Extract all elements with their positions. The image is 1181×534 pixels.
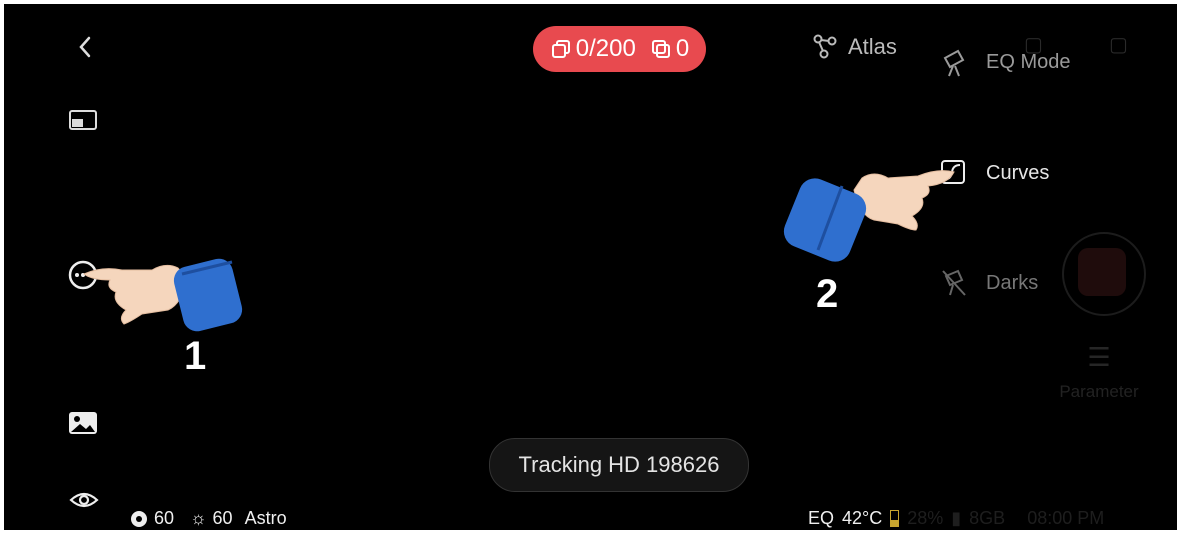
- eye-icon: [69, 492, 99, 508]
- split-view-icon: [69, 110, 97, 130]
- step-number-2: 2: [816, 272, 839, 316]
- hand-pointer-1-icon: [83, 258, 243, 332]
- parameter-label: Parameter: [1059, 382, 1139, 401]
- frames-count: 0/200: [575, 35, 636, 62]
- chevron-left-icon: [79, 36, 91, 58]
- atlas-label: Atlas: [848, 34, 897, 59]
- shutter-button[interactable]: [1062, 232, 1146, 316]
- step-number-1: 1: [184, 334, 207, 378]
- storage-icon: ▮: [951, 508, 962, 528]
- parameter-button[interactable]: ☰ Parameter: [1044, 344, 1154, 402]
- bottom-right-status: EQ 42°C 28% ▮ 8GB 08:00 PM: [808, 508, 1104, 529]
- menu-lines-icon: ☰: [1087, 342, 1111, 372]
- capture-counter-pill[interactable]: 0/200 0: [533, 26, 706, 72]
- frames-icon: [551, 40, 570, 58]
- clock-time: 08:00 PM: [1027, 508, 1105, 528]
- top-right-faint-icon-2: ▢: [1109, 34, 1128, 56]
- eq-mode-label: EQ Mode: [986, 51, 1071, 73]
- camera-screen: 0/200 0 Atlas ▢ ▢ EQ Mode Curves Darks ☰…: [4, 4, 1177, 530]
- atlas-button[interactable]: Atlas: [810, 30, 897, 64]
- eq-mode-menu-item[interactable]: EQ Mode: [940, 46, 1100, 82]
- gallery-button[interactable]: [67, 410, 99, 436]
- curves-menu-item[interactable]: Curves: [940, 156, 1100, 192]
- curves-label: Curves: [986, 162, 1050, 184]
- sun-icon: ☼: [190, 508, 207, 528]
- back-button[interactable]: [74, 34, 98, 60]
- preview-toggle-button[interactable]: [68, 488, 100, 512]
- hand-pointer-2-icon: [783, 170, 955, 262]
- stacked-icon: [651, 40, 670, 58]
- layout-button[interactable]: [68, 108, 98, 132]
- battery-icon: [890, 510, 900, 527]
- gain-icon: [131, 510, 147, 527]
- temperature: 42°C: [842, 508, 883, 528]
- stacked-count: 0: [675, 35, 690, 62]
- mount-mode: EQ: [808, 508, 835, 528]
- bottom-left-status: 60 ☼ 60 Astro: [130, 508, 287, 529]
- storage-value: 8GB: [969, 508, 1006, 528]
- constellation-icon: [813, 34, 837, 59]
- mode-label: Astro: [244, 508, 287, 528]
- image-icon: [69, 412, 97, 434]
- darks-label: Darks: [986, 272, 1039, 294]
- telescope-icon: [943, 49, 965, 77]
- tracking-target-pill[interactable]: Tracking HD 198626: [489, 438, 749, 492]
- battery-level: 28%: [907, 508, 944, 528]
- gain-value: 60: [154, 508, 175, 528]
- shutter-inner: [1078, 248, 1126, 296]
- exposure-value: 60: [212, 508, 233, 528]
- tracking-label: Tracking HD 198626: [518, 452, 720, 477]
